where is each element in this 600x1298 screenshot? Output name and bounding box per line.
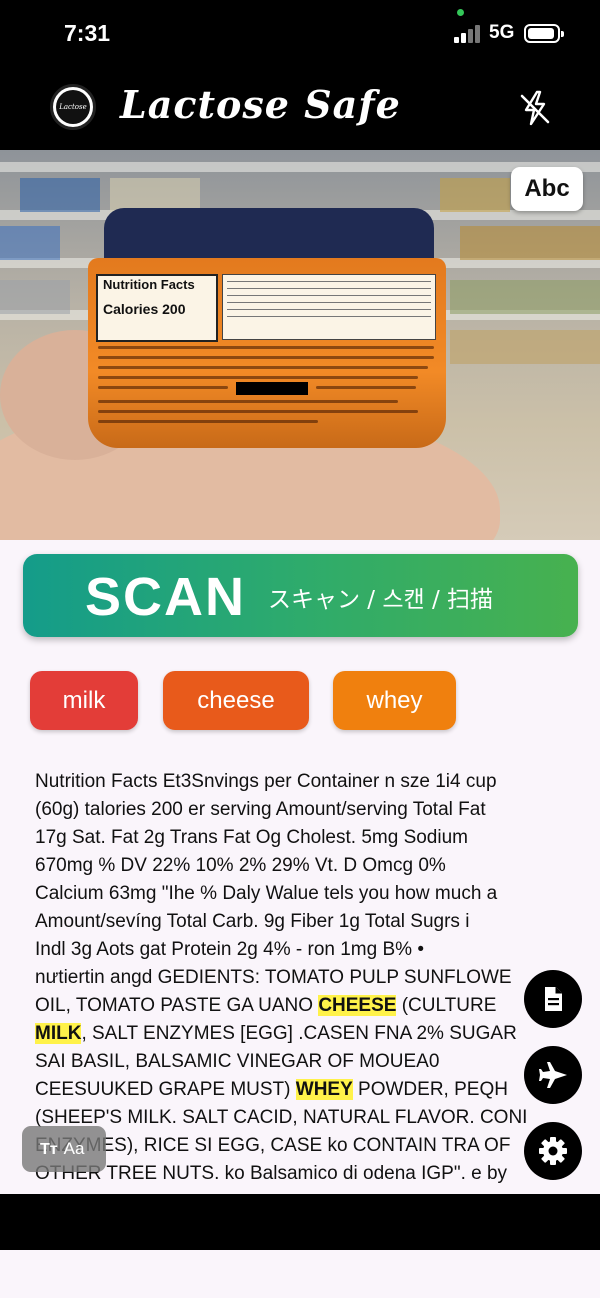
allergen-chip-cheese[interactable]: cheese <box>163 671 309 730</box>
allergen-chip-whey[interactable]: whey <box>333 671 456 730</box>
ocr-segment: OTHER TREE NUTS. ko Balsamico di odena I… <box>35 1163 508 1184</box>
ocr-segment: (CULTURE <box>396 995 497 1016</box>
ocr-line: Amount/sevíng Total Carb. 9g Fiber 1g To… <box>35 908 565 936</box>
nutrition-table-image <box>222 274 436 340</box>
network-type: 5G <box>489 22 515 43</box>
ocr-line: ENZYMES), RICE SI EGG, CASE ko CONTAIN T… <box>35 1132 565 1160</box>
ocr-line: Nutrition Facts Et3Snvings per Container… <box>35 768 565 796</box>
highlighted-allergen: CHEESE <box>318 995 397 1016</box>
ocr-line: nưtiertin angd GEDIENTS: TOMATO PULP SUN… <box>35 964 565 992</box>
app-logo: Lactose Safe <box>50 84 96 130</box>
battery-icon <box>524 24 564 43</box>
ocr-line: 670mg % DV 22% 10% 2% 29% Vt. D Omcg 0% <box>35 852 565 880</box>
ocr-segment: Indl 3g Aots gat Protein 2g 4% - ron 1mg… <box>35 939 424 960</box>
ocr-line: 17g Sat. Fat 2g Trans Fat Og Cholest. 5m… <box>35 824 565 852</box>
airplane-mode-button[interactable] <box>524 1046 582 1104</box>
flash-off-icon[interactable] <box>518 90 552 126</box>
ocr-line: (SHEEP'S MILK. SALT CACID, NATURAL FLAVO… <box>35 1104 565 1132</box>
ocr-line: OIL, TOMATO PASTE GA UANO CHEESE (CULTUR… <box>35 992 565 1020</box>
ocr-segment: 670mg % DV 22% 10% 2% 29% Vt. D Omcg 0% <box>35 855 446 876</box>
status-bar: 7:31 5G <box>0 0 600 66</box>
ocr-segment: SAI BASIL, BALSAMIC VINEGAR OF MOUEA0 <box>35 1051 440 1072</box>
highlighted-allergen: WHEY <box>295 1079 353 1100</box>
app-title: Lactose Safe <box>120 82 401 127</box>
ocr-line: OTHER TREE NUTS. ko Balsamico di odena I… <box>35 1160 565 1188</box>
status-time: 7:31 <box>64 20 111 46</box>
text-mode-button[interactable]: Abc <box>511 167 583 211</box>
ocr-line: CEESUUKED GRAPE MUST) WHEY POWDER, PEQH <box>35 1076 565 1104</box>
text-size-icon: Tт <box>40 1141 58 1158</box>
ocr-segment: nưtiertin angd GEDIENTS: TOMATO PULP SUN… <box>35 967 512 988</box>
privacy-indicator-dot <box>457 9 464 16</box>
text-size-label: Aa <box>63 1139 85 1158</box>
app-header: Lactose Safe Lactose Safe <box>0 66 600 150</box>
ocr-line: (60g) talories 200 er serving Amount/ser… <box>35 796 565 824</box>
ocr-segment: (SHEEP'S MILK. SALT CACID, NATURAL FLAVO… <box>35 1107 528 1128</box>
document-icon <box>545 987 562 1011</box>
ocr-segment: ENZYMES), RICE SI EGG, CASE ko CONTAIN T… <box>35 1135 511 1156</box>
ocr-line: Indl 3g Aots gat Protein 2g 4% - ron 1mg… <box>35 936 565 964</box>
ocr-segment: , SALT ENZYMES [EGG] .CASEN FNA 2% SUGAR <box>81 1023 517 1044</box>
ocr-segment: POWDER, PEQH <box>352 1079 508 1100</box>
settings-button[interactable] <box>524 1122 582 1180</box>
allergen-chip-milk[interactable]: milk <box>30 671 138 730</box>
ocr-segment: 17g Sat. Fat 2g Trans Fat Og Cholest. 5m… <box>35 827 468 848</box>
ocr-segment: Calcium 63mg "Ihe % Daly Walue tels you … <box>35 883 498 904</box>
cellular-signal-icon <box>454 25 482 43</box>
ocr-segment: CEESUUKED GRAPE MUST) <box>35 1079 296 1100</box>
ocr-segment: Amount/sevíng Total Carb. 9g Fiber 1g To… <box>35 911 470 932</box>
gear-icon <box>539 1137 567 1165</box>
text-size-button[interactable]: Tт Aa <box>22 1126 106 1172</box>
airplane-icon <box>539 1062 567 1088</box>
camera-preview[interactable]: Nutrition Facts Calories 200 Abc <box>0 150 600 540</box>
scan-button[interactable]: SCAN スキャン / 스캔 / 扫描 <box>23 554 578 637</box>
ocr-segment: Nutrition Facts Et3Snvings per Container… <box>35 771 497 792</box>
bottom-bar <box>0 1194 600 1250</box>
ocr-result-text: Nutrition Facts Et3Snvings per Container… <box>35 768 565 1194</box>
ocr-line: MILK, SALT ENZYMES [EGG] .CASEN FNA 2% S… <box>35 1020 565 1048</box>
redaction-bar <box>236 382 308 395</box>
document-button[interactable] <box>524 970 582 1028</box>
highlighted-allergen: MILK <box>35 1023 82 1044</box>
ocr-line: Calcium 63mg "Ihe % Daly Walue tels you … <box>35 880 565 908</box>
nutrition-facts-panel: Nutrition Facts Calories 200 <box>96 274 218 342</box>
scan-label: SCAN <box>85 567 247 627</box>
ocr-segment: OIL, TOMATO PASTE GA UANO <box>35 995 319 1016</box>
ocr-line: SAI BASIL, BALSAMIC VINEGAR OF MOUEA0 <box>35 1048 565 1076</box>
ocr-segment: (60g) talories 200 er serving Amount/ser… <box>35 799 486 820</box>
scan-sublabel: スキャン / 스캔 / 扫描 <box>268 587 494 613</box>
